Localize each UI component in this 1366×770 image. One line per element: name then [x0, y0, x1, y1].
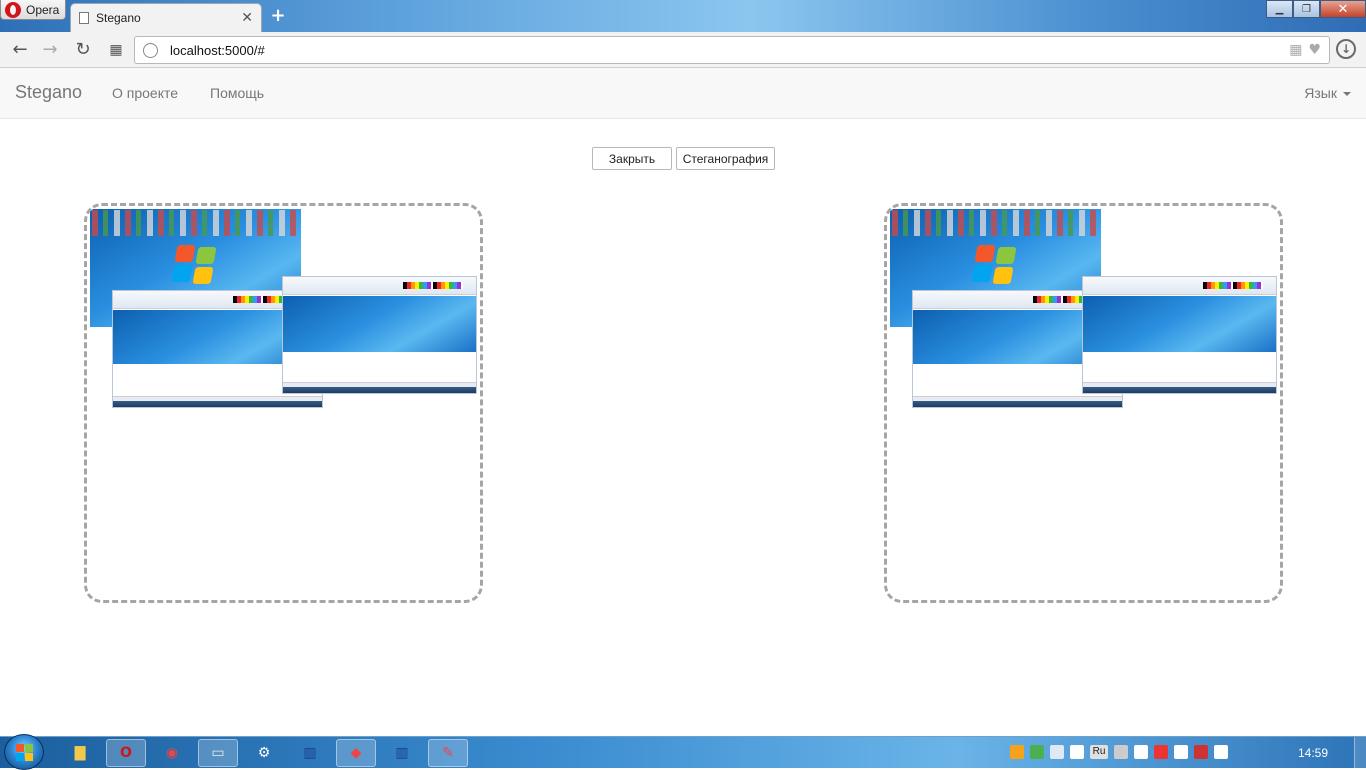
minimize-button[interactable]: ▁	[1266, 0, 1293, 18]
paint-window-thumbnail	[1082, 276, 1277, 394]
show-desktop-button[interactable]	[1354, 737, 1366, 769]
site-info-icon[interactable]	[143, 42, 158, 58]
git-taskbar-icon[interactable]: ◆	[336, 739, 376, 767]
start-button[interactable]	[4, 734, 44, 770]
steganography-button[interactable]: Стеганография	[676, 147, 775, 170]
network-icon[interactable]	[1154, 745, 1168, 759]
page-icon	[79, 12, 89, 24]
tray-window-icon[interactable]	[1050, 745, 1064, 759]
view-grid-icon[interactable]: ▦	[1289, 42, 1302, 58]
paint-window-thumbnail	[282, 276, 477, 394]
remote-desktop-taskbar-icon[interactable]: ▭	[198, 739, 238, 767]
tab-title: Stegano	[96, 11, 141, 25]
heart-icon[interactable]: ♥	[1308, 42, 1321, 58]
reload-icon[interactable]: ↻	[72, 39, 94, 61]
tray-app-icon[interactable]	[1010, 745, 1024, 759]
chrome-taskbar-icon[interactable]: ◉	[152, 739, 192, 767]
language-label: Язык	[1304, 85, 1337, 101]
volume-icon[interactable]	[1214, 745, 1228, 759]
nav-link-about[interactable]: О проекте	[112, 85, 178, 101]
opera-taskbar-icon[interactable]: O	[106, 739, 146, 767]
signal-icon[interactable]	[1194, 745, 1208, 759]
explorer-taskbar-icon[interactable]: ▇	[60, 739, 100, 767]
source-image-dropzone[interactable]	[84, 203, 483, 603]
forward-icon[interactable]: →	[39, 39, 61, 61]
address-bar[interactable]: localhost:5000/# ▦ ♥	[134, 36, 1330, 64]
result-image-dropzone[interactable]	[884, 203, 1283, 603]
restore-button[interactable]: ❐	[1293, 0, 1320, 18]
caret-down-icon	[1343, 92, 1351, 97]
close-button[interactable]: Закрыть	[592, 147, 672, 170]
language-dropdown[interactable]: Язык	[1304, 85, 1351, 101]
browser-toolbar: ← → ↻ ▦ localhost:5000/# ▦ ♥ ↓	[0, 32, 1366, 68]
tab-close-icon[interactable]: ✕	[241, 10, 253, 26]
speed-dial-icon[interactable]: ▦	[105, 39, 127, 61]
site-navbar: Stegano О проекте Помощь Язык	[0, 68, 1366, 119]
language-indicator[interactable]: Ru	[1090, 745, 1108, 759]
windows-taskbar: ▇ O ◉ ▭ ⚙ ▥ ◆ ▥ ✎ Ru 14:59	[0, 734, 1366, 770]
opera-menu-button[interactable]: Opera	[0, 0, 66, 20]
back-icon[interactable]: ←	[9, 39, 31, 61]
browser-tab[interactable]: Stegano ✕	[70, 3, 262, 32]
brand-link[interactable]: Stegano	[15, 82, 82, 103]
bluetooth-icon[interactable]	[1134, 745, 1148, 759]
url-text[interactable]: localhost:5000/#	[170, 43, 1289, 58]
opera-logo-icon	[5, 1, 21, 18]
close-window-button[interactable]: ✕	[1320, 0, 1366, 18]
display-icon[interactable]	[1114, 745, 1128, 759]
opera-menu-label: Opera	[26, 2, 60, 17]
window-controls: ▁ ❐ ✕	[1266, 0, 1366, 18]
window-taskbar-icon[interactable]: ▥	[382, 739, 422, 767]
tray-network-app-icon[interactable]	[1070, 745, 1084, 759]
usb-icon[interactable]	[1174, 745, 1188, 759]
app-taskbar-icon[interactable]: ▥	[290, 739, 330, 767]
window-titlebar: Opera Stegano ✕ + ▁ ❐ ✕	[0, 0, 1366, 32]
system-clock[interactable]: 14:59	[1298, 746, 1328, 760]
visual-studio-taskbar-icon[interactable]: ⚙	[244, 739, 284, 767]
system-tray: Ru	[1010, 745, 1228, 759]
security-icon[interactable]	[1030, 745, 1044, 759]
nav-link-help[interactable]: Помощь	[210, 85, 264, 101]
new-tab-button[interactable]: +	[268, 6, 288, 26]
download-icon[interactable]: ↓	[1336, 39, 1356, 59]
paint-taskbar-icon[interactable]: ✎	[428, 739, 468, 767]
page-content: Stegano О проекте Помощь Язык Закрыть Ст…	[0, 68, 1366, 736]
